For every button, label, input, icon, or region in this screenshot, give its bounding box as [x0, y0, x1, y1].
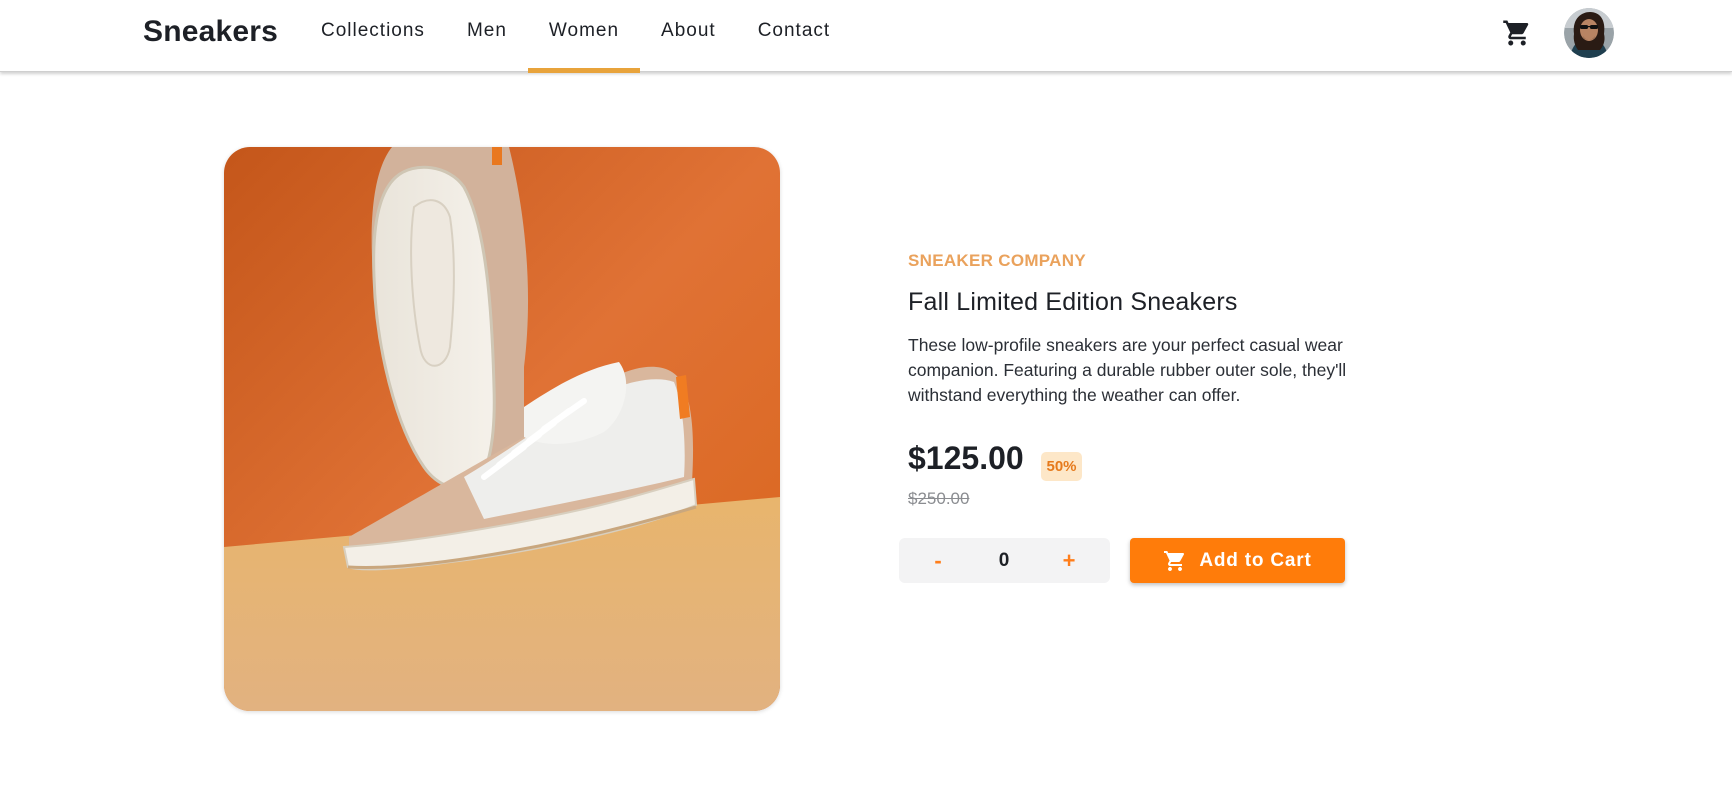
increment-button[interactable]: + — [1049, 538, 1089, 583]
product-description: These low-profile sneakers are your perf… — [908, 335, 1347, 405]
cart-icon[interactable] — [1502, 18, 1532, 48]
main-nav: Collections Men Women About Contact — [300, 0, 851, 73]
nav-item-collections[interactable]: Collections — [300, 0, 446, 72]
user-avatar[interactable] — [1564, 8, 1614, 58]
quantity-value: 0 — [998, 549, 1010, 571]
product-image[interactable] — [224, 147, 780, 711]
discount-badge: 50% — [1041, 452, 1082, 481]
cart-icon — [1163, 549, 1187, 573]
current-price: $125.00 — [908, 440, 1024, 476]
product-title: Fall Limited Edition Sneakers — [908, 288, 1238, 316]
nav-item-contact[interactable]: Contact — [737, 0, 851, 72]
company-name: SNEAKER COMPANY — [908, 251, 1086, 270]
nav-item-men[interactable]: Men — [446, 0, 528, 72]
add-to-cart-button[interactable]: Add to Cart — [1130, 538, 1345, 583]
decrement-button[interactable]: - — [918, 538, 958, 583]
add-to-cart-label: Add to Cart — [1199, 549, 1312, 571]
logo[interactable]: Sneakers — [143, 14, 278, 50]
original-price: $250.00 — [908, 489, 970, 508]
quantity-stepper: - 0 + — [899, 538, 1110, 583]
site-header: Sneakers Collections Men Women About Con… — [0, 0, 1732, 73]
nav-item-about[interactable]: About — [640, 0, 737, 72]
nav-item-women[interactable]: Women — [527, 0, 641, 73]
